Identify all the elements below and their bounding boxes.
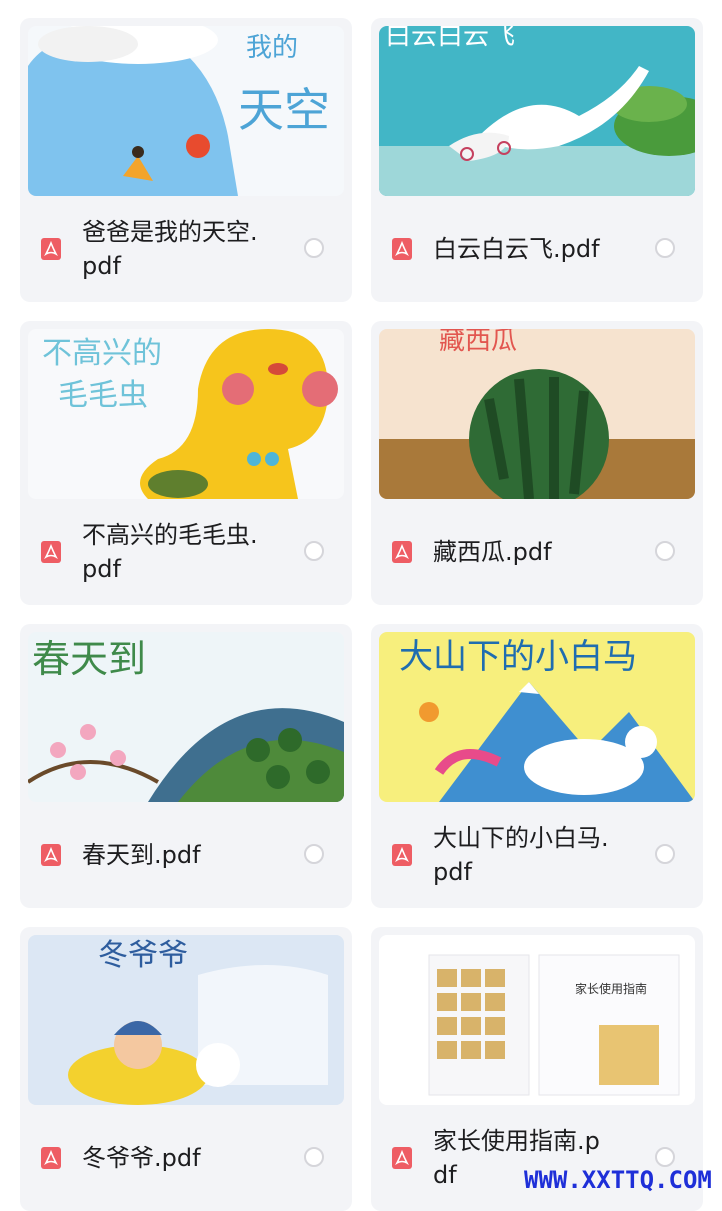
svg-text:大山下的小白马: 大山下的小白马	[399, 637, 637, 677]
file-name: 白云白云飞.pdf	[433, 235, 600, 263]
file-name: 爸爸是我的天空.pdf	[82, 218, 258, 280]
file-meta: 冬爷爷.pdf	[20, 1105, 352, 1211]
file-card[interactable]: 春天到 春天到.pdf	[20, 624, 352, 908]
file-thumbnail[interactable]: 冬爷爷	[28, 935, 344, 1105]
file-thumbnail[interactable]: 藏西瓜	[379, 329, 695, 499]
select-radio[interactable]	[304, 1147, 324, 1167]
file-grid: 我的 天空 爸爸是我的天空.pdf 白云白云飞 白云白云飞.pdf 不高兴的 毛…	[0, 0, 722, 1211]
file-name: 不高兴的毛毛虫.pdf	[82, 521, 258, 583]
file-thumbnail[interactable]: 我的 天空	[28, 26, 344, 196]
pdf-icon	[41, 1147, 61, 1169]
svg-text:白云白云飞: 白云白云飞	[385, 26, 515, 51]
cover-image: 家长使用指南	[379, 935, 695, 1105]
pdf-icon	[392, 541, 412, 563]
file-card[interactable]: 冬爷爷 冬爷爷.pdf	[20, 927, 352, 1211]
svg-text:藏西瓜: 藏西瓜	[439, 329, 517, 356]
pdf-icon	[41, 541, 61, 563]
file-meta: 不高兴的毛毛虫.pdf	[20, 499, 352, 605]
select-radio[interactable]	[655, 844, 675, 864]
site-watermark: WWW.XXTTQ.COM	[524, 1166, 712, 1194]
svg-text:我的: 我的	[246, 33, 298, 63]
file-card[interactable]: 藏西瓜 藏西瓜.pdf	[371, 321, 703, 605]
cover-image: 春天到	[28, 632, 344, 802]
file-name: 冬爷爷.pdf	[82, 1144, 201, 1172]
select-radio[interactable]	[304, 541, 324, 561]
file-meta: 大山下的小白马.pdf	[371, 802, 703, 908]
cover-image: 不高兴的 毛毛虫	[28, 329, 344, 499]
file-thumbnail[interactable]: 春天到	[28, 632, 344, 802]
pdf-icon	[392, 238, 412, 260]
svg-text:冬爷爷: 冬爷爷	[98, 938, 188, 973]
cover-image: 大山下的小白马	[379, 632, 695, 802]
svg-text:不高兴的: 不高兴的	[42, 336, 162, 371]
select-radio[interactable]	[304, 844, 324, 864]
select-radio[interactable]	[655, 541, 675, 561]
file-thumbnail[interactable]: 大山下的小白马	[379, 632, 695, 802]
pdf-icon	[41, 844, 61, 866]
cover-image: 冬爷爷	[28, 935, 344, 1105]
cover-image: 藏西瓜	[379, 329, 695, 499]
select-radio[interactable]	[304, 238, 324, 258]
file-thumbnail[interactable]: 不高兴的 毛毛虫	[28, 329, 344, 499]
file-name: 大山下的小白马.pdf	[433, 824, 609, 886]
file-card[interactable]: 不高兴的 毛毛虫 不高兴的毛毛虫.pdf	[20, 321, 352, 605]
svg-text:春天到: 春天到	[32, 637, 146, 681]
file-card[interactable]: 我的 天空 爸爸是我的天空.pdf	[20, 18, 352, 302]
file-thumbnail[interactable]: 白云白云飞	[379, 26, 695, 196]
svg-text:毛毛虫: 毛毛虫	[58, 378, 148, 413]
svg-text:天空: 天空	[238, 83, 330, 137]
svg-text:家长使用指南: 家长使用指南	[575, 981, 647, 996]
file-name: 藏西瓜.pdf	[433, 538, 552, 566]
file-thumbnail[interactable]: 家长使用指南	[379, 935, 695, 1105]
file-name: 春天到.pdf	[82, 841, 201, 869]
file-meta: 白云白云飞.pdf	[371, 196, 703, 302]
cover-image: 我的 天空	[28, 26, 344, 196]
pdf-icon	[392, 1147, 412, 1169]
file-card[interactable]: 白云白云飞 白云白云飞.pdf	[371, 18, 703, 302]
cover-image: 白云白云飞	[379, 26, 695, 196]
file-meta: 春天到.pdf	[20, 802, 352, 908]
pdf-icon	[41, 238, 61, 260]
file-card[interactable]: 大山下的小白马 大山下的小白马.pdf	[371, 624, 703, 908]
file-meta: 爸爸是我的天空.pdf	[20, 196, 352, 302]
select-radio[interactable]	[655, 238, 675, 258]
file-meta: 藏西瓜.pdf	[371, 499, 703, 605]
pdf-icon	[392, 844, 412, 866]
